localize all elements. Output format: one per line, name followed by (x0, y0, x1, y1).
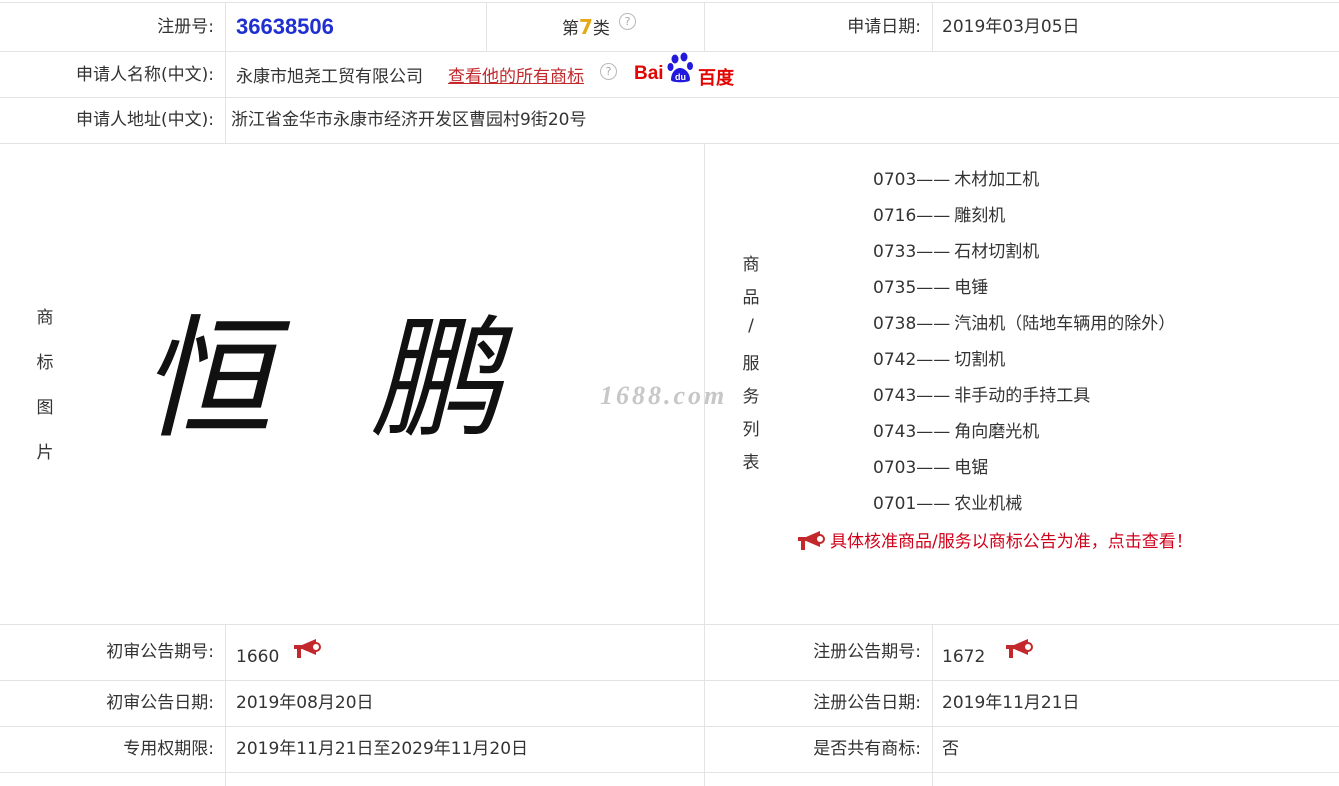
label-char: 品 (742, 288, 760, 308)
applicant-name-label: 申请人名称(中文): (76, 65, 214, 85)
reg-no-label: 注册号: (157, 17, 214, 37)
goods-item: 0701—— 农业机械 (873, 494, 1022, 514)
question-circle-icon[interactable]: ? (619, 13, 636, 30)
goods-code: 0703—— (873, 170, 951, 190)
app-date-value: 2019年03月05日 (942, 17, 1080, 37)
baidu-right-text: 百度 (698, 68, 734, 89)
goods-item: 0703—— 电锯 (873, 458, 988, 478)
goods-name: 农业机械 (954, 494, 1023, 514)
goods-item: 0743—— 非手动的手持工具 (873, 386, 1090, 406)
applicant-name-value: 永康市旭尧工贸有限公司 (236, 67, 423, 87)
trademark-image: 恒 鹏 (140, 303, 530, 457)
reg-pub-no-label: 注册公告期号: (813, 642, 921, 662)
class-prefix: 第 (562, 19, 579, 39)
prelim-pub-date-value: 2019年08月20日 (236, 693, 374, 713)
label-char: 服 (742, 354, 760, 374)
label-char: 图 (36, 398, 54, 418)
row-border (0, 680, 1339, 681)
goods-item: 0735—— 电锤 (873, 278, 988, 298)
megaphone-icon[interactable] (796, 530, 826, 552)
row-border (0, 772, 1339, 773)
goods-code: 0716—— (873, 206, 951, 226)
trademark-detail-table: 注册号: 36638506 第7类 ? 申请日期: 2019年03月05日 申请… (0, 0, 1339, 786)
col-border (486, 2, 487, 51)
goods-name: 非手动的手持工具 (954, 386, 1091, 406)
row-border (0, 143, 1339, 144)
goods-name: 角向磨光机 (954, 422, 1040, 442)
label-char: 标 (36, 353, 54, 373)
all-marks-link[interactable]: 查看他的所有商标 (448, 67, 584, 87)
svg-text:du: du (675, 72, 686, 82)
megaphone-icon[interactable] (292, 638, 322, 660)
goods-name: 木材加工机 (954, 170, 1040, 190)
watermark-text: 1688.com (600, 381, 728, 410)
row-border (0, 97, 1339, 98)
reg-pub-no-value: 1672 (942, 647, 986, 667)
goods-name: 电锯 (954, 458, 989, 478)
shared-mark-label: 是否共有商标: (813, 739, 921, 759)
goods-code: 0743—— (873, 422, 951, 442)
col-border (704, 2, 705, 51)
goods-code: 0701—— (873, 494, 951, 514)
baidu-left-text: Bai (634, 63, 664, 84)
row-border (0, 726, 1339, 727)
goods-name: 雕刻机 (954, 206, 1006, 226)
prelim-pub-no-value: 1660 (236, 647, 280, 667)
exclusive-period-label: 专用权期限: (123, 739, 214, 759)
goods-item: 0733—— 石材切割机 (873, 242, 1039, 262)
reg-pub-date-value: 2019年11月21日 (942, 693, 1080, 713)
goods-item: 0716—— 雕刻机 (873, 206, 1005, 226)
goods-code: 0735—— (873, 278, 951, 298)
label-char: 表 (742, 453, 760, 473)
reg-no-value: 36638506 (236, 14, 334, 39)
col-border (225, 624, 226, 786)
megaphone-icon[interactable] (1004, 638, 1034, 660)
goods-code: 0733—— (873, 242, 951, 262)
goods-code: 0738—— (873, 314, 951, 334)
goods-name: 汽油机（陆地车辆用的除外） (954, 314, 1176, 334)
goods-name: 石材切割机 (954, 242, 1040, 262)
reg-pub-date-label: 注册公告日期: (813, 693, 921, 713)
app-date-label: 申请日期: (847, 17, 921, 37)
label-char: / (748, 316, 754, 336)
class-suffix: 类 (592, 19, 610, 39)
shared-mark-value: 否 (942, 739, 959, 759)
class-label: 第7类 (562, 17, 610, 39)
goods-item: 0703—— 木材加工机 (873, 170, 1039, 190)
label-char: 务 (742, 387, 760, 407)
trademark-image-label: 商 标 图 片 (34, 303, 56, 483)
goods-name: 电锤 (954, 278, 989, 298)
col-border (225, 2, 226, 143)
col-border (704, 143, 705, 786)
goods-notice-link[interactable]: 具体核准商品/服务以商标公告为准，点击查看！ (830, 532, 1193, 552)
baidu-paw-icon: du (667, 52, 693, 83)
question-circle-icon[interactable]: ? (600, 63, 617, 80)
label-char: 列 (742, 420, 760, 440)
class-number: 7 (579, 15, 593, 39)
row-border (0, 624, 1339, 625)
label-char: 商 (742, 255, 760, 275)
goods-name: 切割机 (954, 350, 1006, 370)
col-border (932, 2, 933, 51)
label-char: 商 (36, 308, 54, 328)
row-border (0, 2, 1339, 3)
applicant-address-value: 浙江省金华市永康市经济开发区曹园村9街20号 (231, 110, 587, 130)
exclusive-period-value: 2019年11月21日至2029年11月20日 (236, 739, 529, 759)
label-char: 片 (36, 443, 54, 463)
goods-code: 0743—— (873, 386, 951, 406)
prelim-pub-date-label: 初审公告日期: (106, 693, 214, 713)
applicant-address-label: 申请人地址(中文): (76, 110, 214, 130)
goods-item: 0742—— 切割机 (873, 350, 1005, 370)
goods-code: 0742—— (873, 350, 951, 370)
goods-list-label: 商 品 / 服 务 列 表 (740, 250, 762, 481)
goods-code: 0703—— (873, 458, 951, 478)
col-border (932, 624, 933, 786)
prelim-pub-no-label: 初审公告期号: (106, 642, 214, 662)
goods-item: 0738—— 汽油机（陆地车辆用的除外） (873, 314, 1175, 334)
goods-item: 0743—— 角向磨光机 (873, 422, 1039, 442)
baidu-logo[interactable]: Bai du 百度 (634, 51, 734, 89)
